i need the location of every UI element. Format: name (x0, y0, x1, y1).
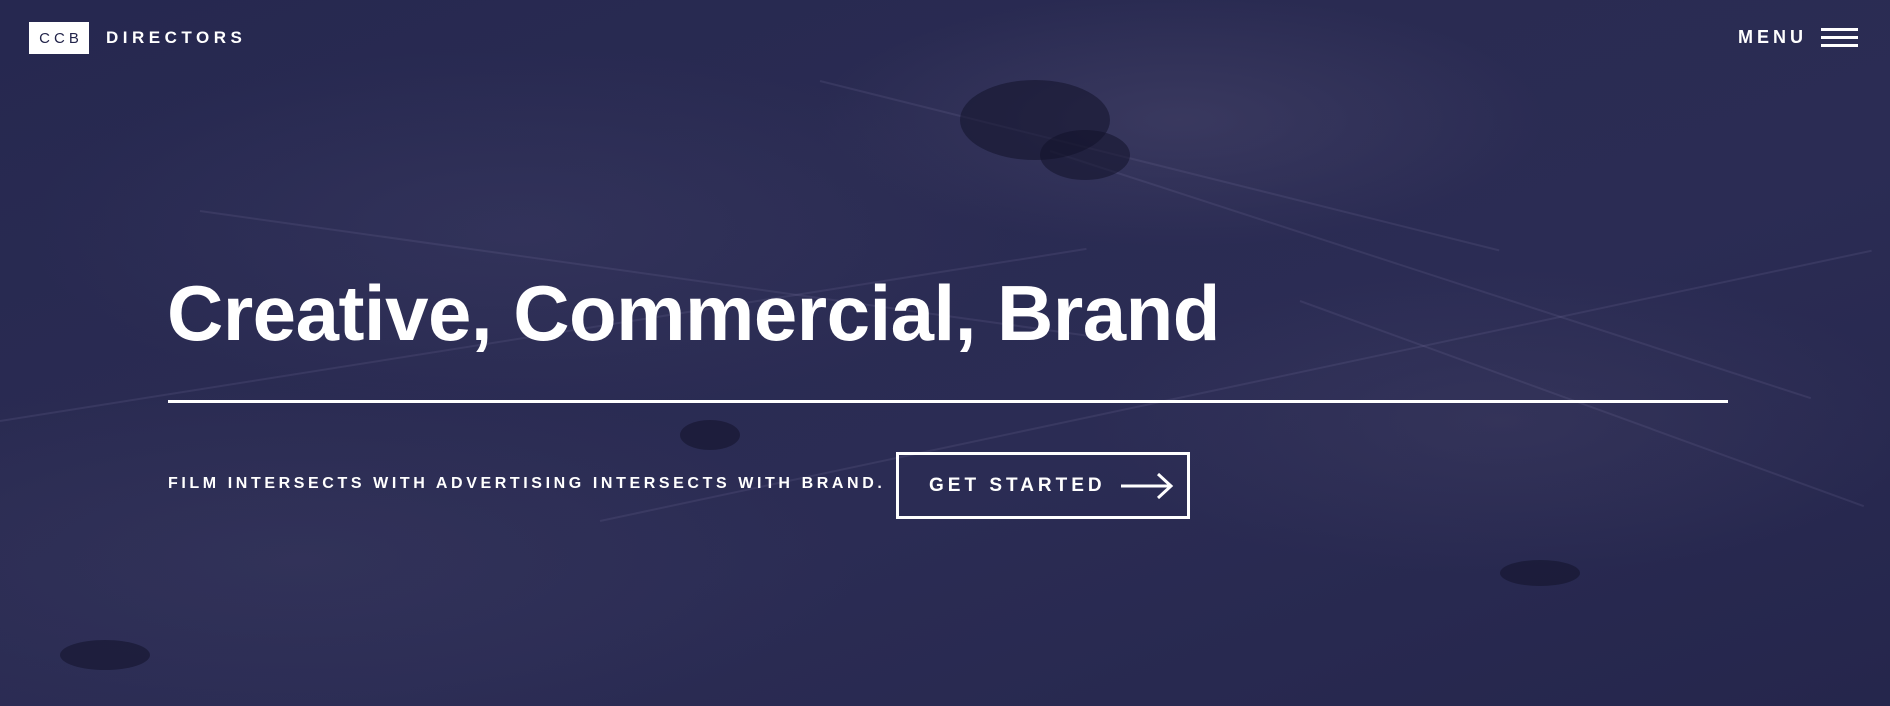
hero-divider (168, 400, 1728, 403)
logo-mark: CCB (29, 22, 89, 54)
menu-label: MENU (1738, 27, 1807, 47)
arrow-right-icon (1120, 472, 1173, 499)
get-started-button[interactable]: GET STARTED (896, 452, 1190, 519)
get-started-label: GET STARTED (929, 474, 1106, 496)
logo-text: DIRECTORS (106, 28, 247, 47)
menu-button[interactable]: MENU (1738, 27, 1858, 48)
hero-tagline: FILM INTERSECTS WITH ADVERTISING INTERSE… (168, 475, 886, 492)
hamburger-icon (1821, 27, 1858, 48)
site-logo[interactable]: CCB DIRECTORS (29, 22, 246, 54)
hero-title: Creative, Commercial, Brand (167, 269, 1220, 357)
